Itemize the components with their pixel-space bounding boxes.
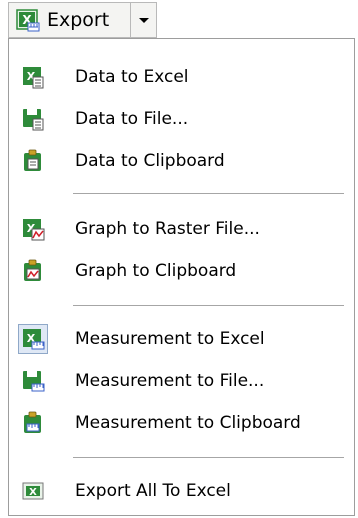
menu-item-graph-to-raster-file[interactable]: X Graph to Raster File... <box>9 209 354 249</box>
menu-item-data-to-clipboard[interactable]: Data to Clipboard <box>9 141 354 181</box>
menu-separator <box>73 305 344 306</box>
menu-item-label: Data to Clipboard <box>75 151 225 171</box>
export-menu-screen: X Export X Data to Excel Data to File...… <box>0 0 358 518</box>
menu-item-measurement-to-excel[interactable]: X Measurement to Excel <box>9 319 354 359</box>
menu-item-label: Measurement to Excel <box>75 329 265 349</box>
export-button[interactable]: X Export <box>8 2 130 38</box>
clipboard-graph-icon <box>18 256 48 286</box>
menu-item-data-to-excel[interactable]: X Data to Excel <box>9 57 354 97</box>
menu-separator <box>73 457 344 458</box>
menu-item-label: Graph to Raster File... <box>75 219 260 239</box>
menu-item-data-to-file[interactable]: Data to File... <box>9 99 354 139</box>
menu-item-label: Measurement to File... <box>75 371 265 391</box>
export-toolbar: X Export <box>0 0 160 42</box>
menu-item-measurement-to-clipboard[interactable]: Measurement to Clipboard <box>9 403 354 443</box>
clipboard-measurement-icon <box>18 408 48 438</box>
save-data-icon <box>18 104 48 134</box>
menu-item-label: Data to File... <box>75 109 189 129</box>
menu-separator <box>73 193 344 194</box>
clipboard-data-icon <box>18 146 48 176</box>
excel-measurement-icon: X <box>18 324 48 354</box>
export-dropdown-menu: X Data to Excel Data to File... Data to … <box>8 38 355 516</box>
menu-item-label: Measurement to Clipboard <box>75 413 301 433</box>
dropdown-arrow-icon <box>138 17 149 23</box>
save-measurement-icon <box>18 366 48 396</box>
excel-data-icon: X <box>18 62 48 92</box>
menu-item-label: Data to Excel <box>75 67 189 87</box>
excel-icon: X <box>15 7 41 33</box>
menu-item-label: Graph to Clipboard <box>75 261 237 281</box>
excel-export-all-icon: X <box>18 476 48 506</box>
export-button-label: Export <box>47 9 110 31</box>
export-dropdown-button[interactable] <box>130 2 157 38</box>
svg-text:X: X <box>29 487 37 498</box>
graph-file-icon: X <box>18 214 48 244</box>
menu-item-label: Export All To Excel <box>75 481 231 501</box>
menu-item-export-all-to-excel[interactable]: X Export All To Excel <box>9 471 354 511</box>
menu-item-measurement-to-file[interactable]: Measurement to File... <box>9 361 354 401</box>
menu-item-graph-to-clipboard[interactable]: Graph to Clipboard <box>9 251 354 291</box>
